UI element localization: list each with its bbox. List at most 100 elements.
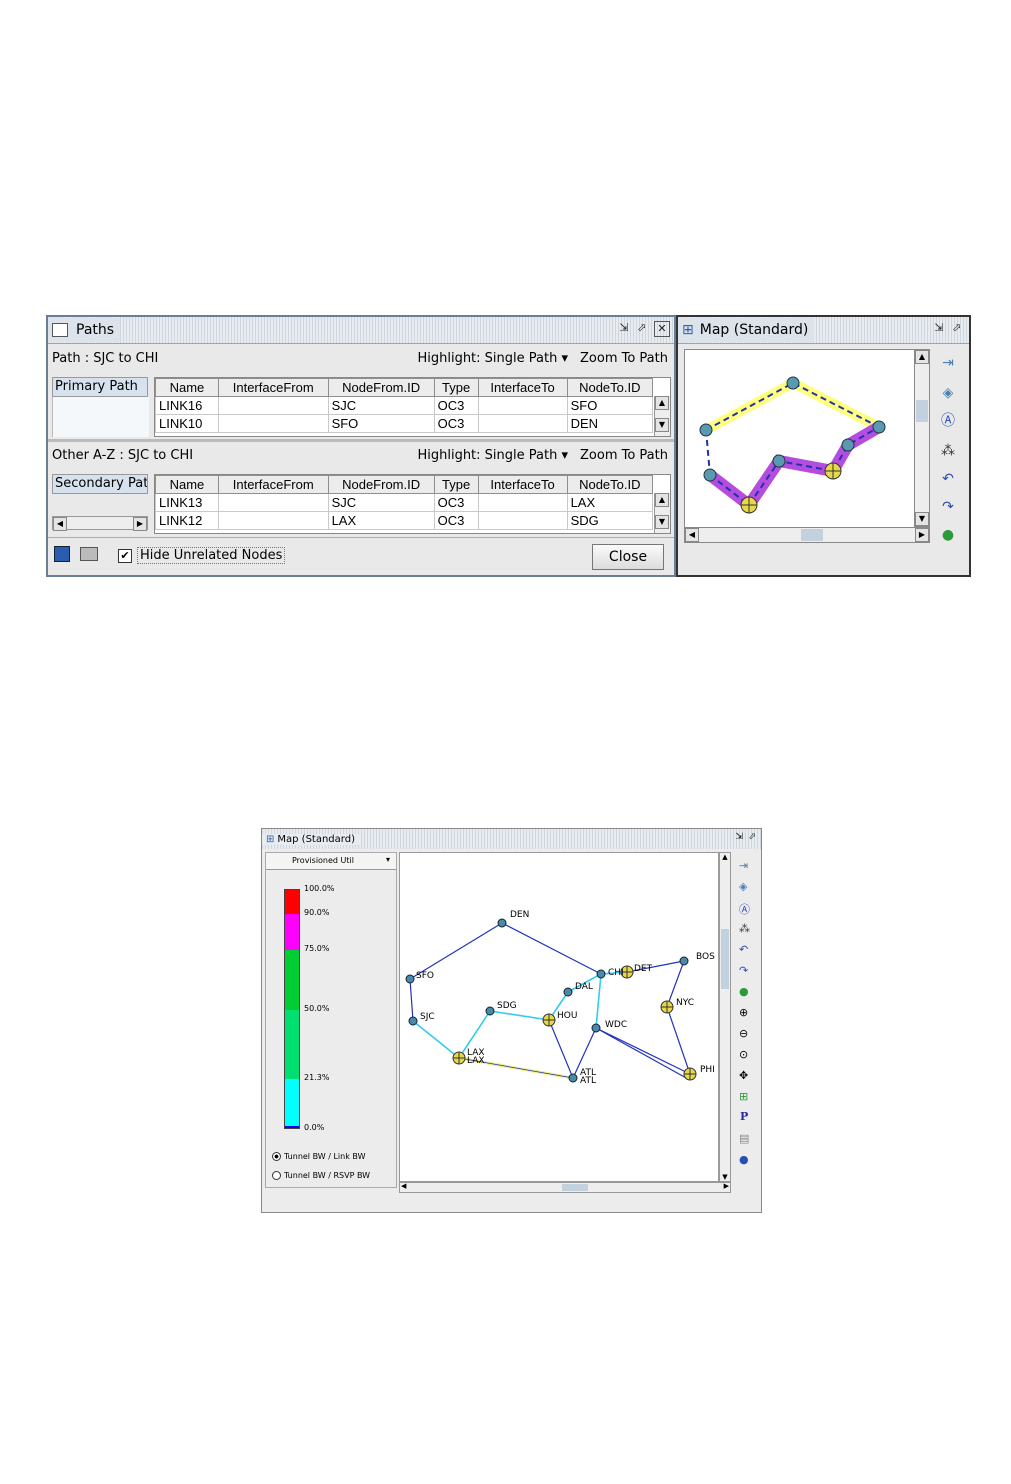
restore-icon[interactable]: ⇲	[931, 321, 947, 337]
redo-icon[interactable]: ↷	[936, 497, 960, 517]
scroll-up-icon[interactable]: ▲	[720, 853, 730, 861]
column-header[interactable]: Type	[433, 378, 479, 397]
util-dropdown[interactable]: Provisioned Util ▾	[266, 853, 396, 870]
small-map-canvas[interactable]	[684, 349, 916, 529]
zoom-in-icon[interactable]: ⊕	[739, 1006, 748, 1019]
maximize-icon[interactable]: ⬀	[634, 321, 650, 337]
shield-icon[interactable]: ◈	[739, 880, 747, 893]
maximize-icon[interactable]: ⬀	[949, 321, 965, 337]
router-icon[interactable]	[872, 420, 886, 434]
scroll-thumb[interactable]	[801, 529, 823, 541]
radio-link-bw[interactable]: Tunnel BW / Link BW	[272, 1152, 366, 1161]
help-icon[interactable]: ●	[739, 1153, 749, 1166]
primary-scrollbar[interactable]: ▲ ▼	[654, 396, 670, 436]
router-icon[interactable]	[679, 956, 689, 966]
column-header[interactable]: Name	[155, 378, 219, 397]
scroll-thumb[interactable]	[721, 929, 729, 989]
undo-icon[interactable]: ↶	[936, 469, 960, 489]
big-map-hscroll[interactable]: ◀ ▶	[399, 1182, 731, 1193]
pan-icon[interactable]: ✥	[739, 1069, 748, 1082]
radio-unselected-icon[interactable]	[272, 1171, 281, 1180]
undo-icon[interactable]: ↶	[739, 943, 748, 956]
hide-unrelated-checkbox[interactable]: ✔ Hide Unrelated Nodes	[118, 547, 286, 564]
secondary-tab[interactable]: Secondary Path	[52, 474, 148, 494]
close-icon[interactable]: ✕	[654, 321, 670, 337]
column-header[interactable]: InterfaceTo	[477, 475, 568, 494]
router-icon[interactable]	[497, 918, 507, 928]
scroll-down-icon[interactable]: ▼	[655, 515, 669, 529]
small-map-vscroll[interactable]: ▲ ▼	[914, 349, 930, 527]
restore-icon[interactable]: ⇲	[616, 321, 632, 337]
save-icon[interactable]	[54, 546, 70, 562]
router-icon[interactable]	[563, 987, 573, 997]
scroll-left-icon[interactable]: ◀	[685, 528, 699, 542]
switch-icon[interactable]	[452, 1051, 466, 1065]
paths-titlebar[interactable]: Paths	[48, 317, 674, 344]
split-divider[interactable]	[48, 439, 674, 442]
radio-selected-icon[interactable]	[272, 1152, 281, 1161]
scroll-down-icon[interactable]: ▼	[915, 512, 929, 526]
scroll-left-icon[interactable]: ◀	[53, 517, 67, 531]
router-icon[interactable]	[703, 468, 717, 482]
scroll-right-icon[interactable]: ▶	[724, 1182, 729, 1190]
table-row[interactable]: LINK13 SJC OC3 LAX	[155, 493, 654, 512]
switch-icon[interactable]	[660, 1000, 674, 1014]
scroll-thumb[interactable]	[916, 400, 928, 422]
scroll-down-icon[interactable]: ▼	[720, 1173, 730, 1181]
column-header[interactable]: InterfaceFrom	[217, 475, 329, 494]
scroll-up-icon[interactable]: ▲	[655, 493, 669, 507]
column-header[interactable]: Name	[155, 475, 219, 494]
router-icon[interactable]	[591, 1023, 601, 1033]
router-icon[interactable]	[408, 1016, 418, 1026]
radio-rsvp-bw[interactable]: Tunnel BW / RSVP BW	[272, 1171, 370, 1180]
person-icon[interactable]: Ⓐ	[936, 411, 960, 431]
router-icon[interactable]	[405, 974, 415, 984]
layout-icon[interactable]: ⁂	[739, 922, 750, 935]
shield-icon[interactable]: ◈	[936, 383, 960, 403]
scroll-thumb[interactable]	[562, 1184, 588, 1191]
big-map-canvas[interactable]: DEN SFO SJC SDG LAX LAX HOU DAL CHI DET …	[399, 852, 719, 1182]
close-button[interactable]: Close	[592, 544, 664, 570]
zoom-to-path-button-2[interactable]: Zoom To Path	[580, 448, 668, 463]
scroll-right-icon[interactable]: ▶	[133, 517, 147, 531]
switch-icon[interactable]	[740, 496, 758, 514]
column-header[interactable]: InterfaceTo	[477, 378, 568, 397]
switch-icon[interactable]	[542, 1013, 556, 1027]
small-map-hscroll[interactable]: ◀ ▶	[684, 527, 930, 543]
big-map-vscroll[interactable]: ▲ ▼	[719, 852, 731, 1182]
layout-icon[interactable]: ⁂	[936, 441, 960, 461]
open-icon[interactable]: ⇥	[739, 859, 748, 872]
zoom-out-icon[interactable]: ⊖	[739, 1027, 748, 1040]
column-header[interactable]: InterfaceFrom	[217, 378, 329, 397]
zoom-fit-icon[interactable]: ⊙	[739, 1048, 748, 1061]
scroll-down-icon[interactable]: ▼	[655, 418, 669, 432]
small-map-titlebar[interactable]: ⊞ Map (Standard)	[678, 317, 969, 344]
redo-icon[interactable]: ↷	[739, 964, 748, 977]
switch-icon[interactable]	[683, 1067, 697, 1081]
scroll-up-icon[interactable]: ▲	[915, 350, 929, 364]
secondary-hscroll[interactable]: ◀ ▶	[52, 516, 148, 531]
print-icon[interactable]	[80, 547, 98, 561]
restore-icon[interactable]: ⇲	[735, 832, 743, 842]
secondary-scrollbar[interactable]: ▲ ▼	[654, 493, 670, 533]
primary-tab[interactable]: Primary Path	[52, 377, 148, 397]
p-icon[interactable]: P	[740, 1110, 748, 1123]
globe-icon[interactable]: ●	[936, 525, 960, 545]
router-icon[interactable]	[568, 1073, 578, 1083]
note-icon[interactable]: ▤	[739, 1132, 749, 1145]
column-header[interactable]: Type	[433, 475, 479, 494]
router-icon[interactable]	[786, 376, 800, 390]
router-icon[interactable]	[841, 438, 855, 452]
column-header[interactable]: NodeFrom.ID	[327, 378, 435, 397]
scroll-left-icon[interactable]: ◀	[401, 1182, 406, 1190]
scroll-up-icon[interactable]: ▲	[655, 396, 669, 410]
column-header[interactable]: NodeTo.ID	[566, 378, 654, 397]
column-header[interactable]: NodeTo.ID	[566, 475, 654, 494]
checkbox-icon[interactable]: ✔	[118, 548, 132, 563]
table-row[interactable]: LINK12 LAX OC3 SDG	[155, 511, 654, 530]
maximize-icon[interactable]: ⬀	[748, 832, 756, 842]
router-icon[interactable]	[772, 454, 786, 468]
switch-icon[interactable]	[824, 462, 842, 480]
big-map-titlebar[interactable]: ⊞ Map (Standard)	[262, 829, 761, 849]
router-icon[interactable]	[699, 423, 713, 437]
